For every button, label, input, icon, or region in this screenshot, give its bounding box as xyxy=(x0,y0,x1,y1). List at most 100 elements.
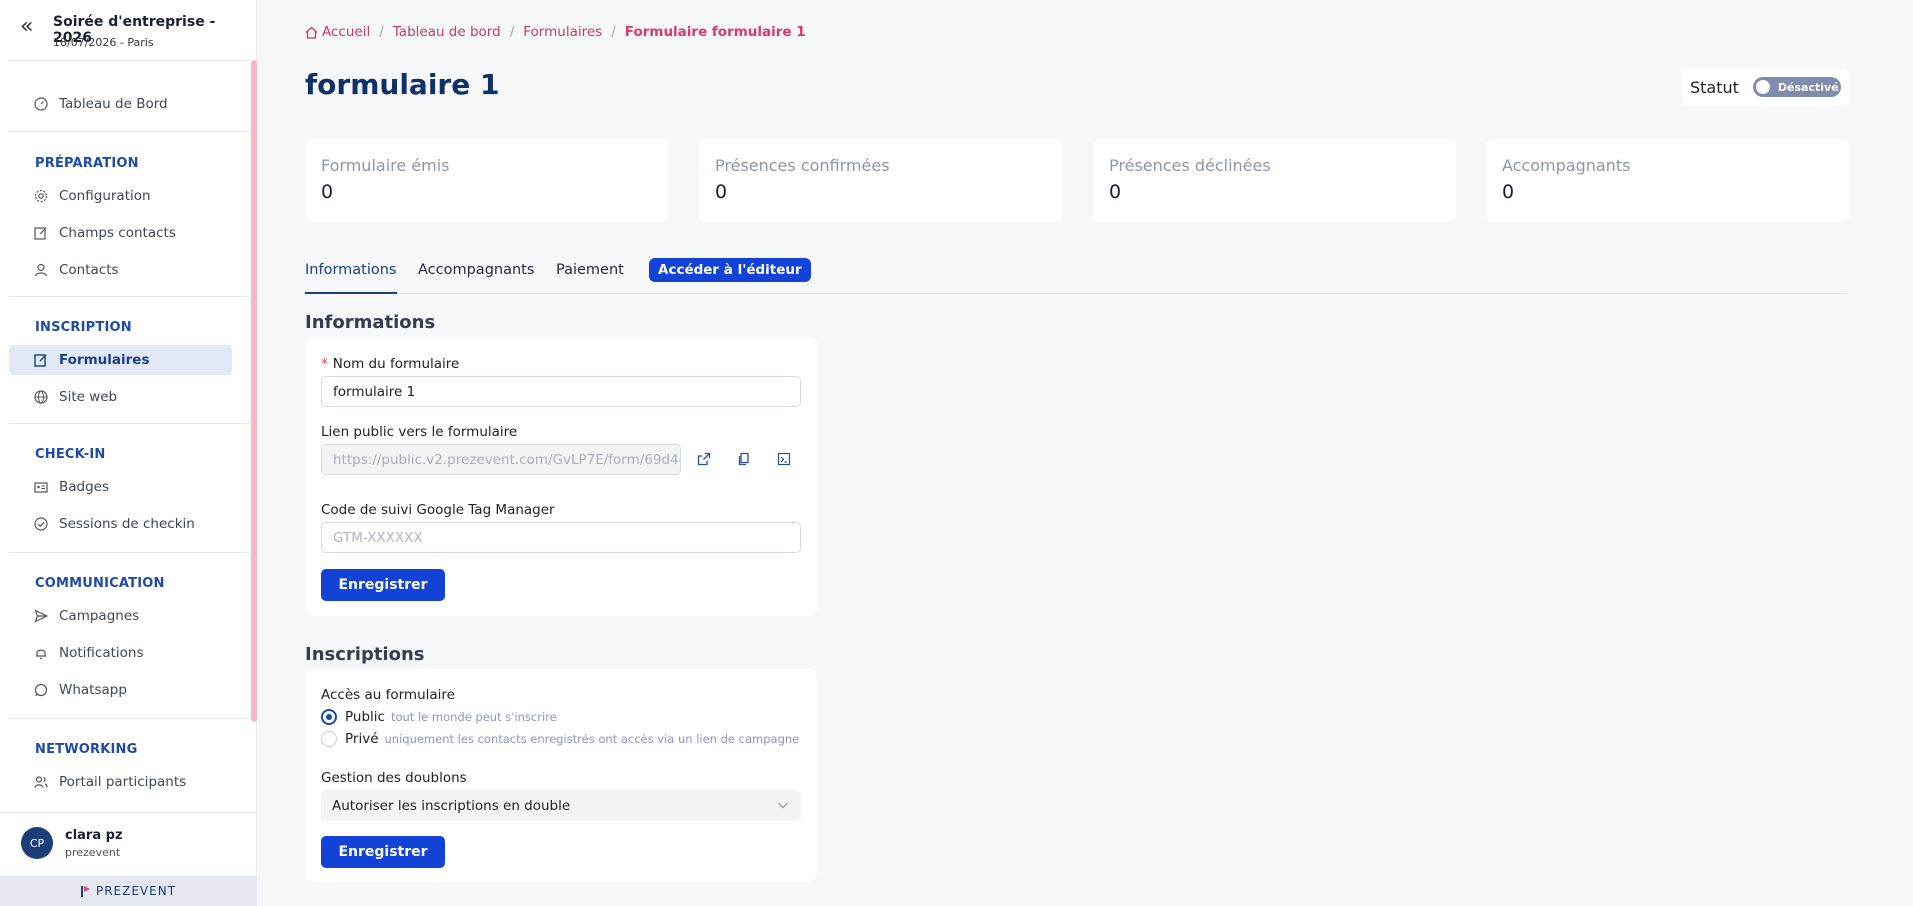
radio-private-button[interactable] xyxy=(321,731,337,747)
stat-label: Accompagnants xyxy=(1502,156,1631,175)
duplicates-select[interactable]: Autoriser les inscriptions en double xyxy=(321,790,801,821)
breadcrumb-separator: / xyxy=(611,24,616,40)
stat-card: Présences déclinées 0 xyxy=(1093,139,1456,222)
access-label: Accès au formulaire xyxy=(321,687,455,703)
section-inscriptions-title: Inscriptions xyxy=(305,644,425,665)
sidebar-item-dashboard[interactable]: Tableau de Bord xyxy=(9,89,232,119)
avatar: CP xyxy=(21,827,53,859)
status-toggle[interactable]: Désactivé xyxy=(1752,77,1841,97)
sidebar-item-formulaires[interactable]: Formulaires xyxy=(9,345,232,375)
section-preparation: PRÉPARATION xyxy=(35,156,139,171)
page-title: formulaire 1 xyxy=(305,68,500,101)
sidebar-item-label: Badges xyxy=(59,479,110,495)
sidebar-item-label: Configuration xyxy=(59,188,151,204)
brand-name: PREZEVENT xyxy=(95,884,177,898)
radio-public-label: Public xyxy=(345,709,385,725)
stat-card: Formulaire émis 0 xyxy=(305,139,668,222)
radio-public-button[interactable] xyxy=(321,709,337,725)
section-networking: NETWORKING xyxy=(35,742,138,757)
copy-icon[interactable] xyxy=(735,450,753,468)
divider xyxy=(9,60,250,61)
event-header: « Soirée d'entreprise - 2026 18/07/2026 … xyxy=(0,0,250,60)
stat-card: Accompagnants 0 xyxy=(1486,139,1849,222)
section-inscription: INSCRIPTION xyxy=(35,320,132,335)
sidebar-item-label: Campagnes xyxy=(59,608,140,624)
gear-icon xyxy=(34,189,48,203)
breadcrumb-dashboard[interactable]: Tableau de bord xyxy=(393,24,501,40)
radio-public[interactable]: Public tout le monde peut s'inscrire xyxy=(321,709,557,725)
send-icon xyxy=(34,609,48,623)
stat-value: 0 xyxy=(1502,181,1515,203)
divider xyxy=(9,131,250,132)
status-control: Statut Désactivé xyxy=(1682,68,1850,106)
radio-private-hint: uniquement les contacts enregistrés ont … xyxy=(384,732,800,746)
home-icon[interactable] xyxy=(305,26,318,39)
sidebar-item-label: Portail participants xyxy=(59,774,187,790)
stat-value: 0 xyxy=(321,181,334,203)
divider xyxy=(9,552,250,553)
sidebar-scrollbar[interactable] xyxy=(251,60,257,722)
check-circle-icon xyxy=(34,517,48,531)
breadcrumb-separator: / xyxy=(509,24,515,40)
breadcrumb-forms[interactable]: Formulaires xyxy=(523,24,602,40)
tab-informations[interactable]: Informations xyxy=(305,262,397,294)
divider xyxy=(9,296,250,297)
breadcrumb-home[interactable]: Accueil xyxy=(322,24,370,40)
external-link-icon[interactable] xyxy=(695,450,713,468)
tab-bar: Informations Accompagnants Paiement Accé… xyxy=(305,258,1846,294)
sidebar-item-label: Site web xyxy=(59,389,118,405)
id-card-icon xyxy=(34,480,48,494)
section-communication: COMMUNICATION xyxy=(35,576,165,591)
sidebar-item-site-web[interactable]: Site web xyxy=(9,382,232,412)
sidebar-item-portail[interactable]: Portail participants xyxy=(9,767,232,797)
tab-paiement[interactable]: Paiement xyxy=(556,262,624,294)
user-profile[interactable]: CP clara pz prezevent xyxy=(0,812,257,876)
user-name: clara pz xyxy=(65,828,123,843)
open-editor-button[interactable]: Accéder à l'éditeur xyxy=(649,258,811,282)
bell-icon xyxy=(34,646,48,660)
radio-public-hint: tout le monde peut s'inscrire xyxy=(390,710,557,724)
whatsapp-icon xyxy=(34,683,48,697)
sidebar-item-badges[interactable]: Badges xyxy=(9,472,232,502)
save-inscriptions-button[interactable]: Enregistrer xyxy=(321,836,445,868)
collapse-sidebar-icon[interactable]: « xyxy=(20,16,38,38)
sidebar-item-notifications[interactable]: Notifications xyxy=(9,638,232,668)
tab-accompagnants[interactable]: Accompagnants xyxy=(418,262,534,294)
breadcrumb-separator: / xyxy=(379,24,384,40)
public-link-input[interactable]: https://public.v2.prezevent.com/GvLP7E/f… xyxy=(321,444,681,475)
divider xyxy=(9,718,250,719)
breadcrumb: Accueil / Tableau de bord / Formulaires … xyxy=(305,24,806,40)
gtm-label: Code de suivi Google Tag Manager xyxy=(321,502,555,518)
form-name-input[interactable]: formulaire 1 xyxy=(321,376,801,407)
brand-footer: PREZEVENT xyxy=(0,876,257,906)
sidebar-item-campagnes[interactable]: Campagnes xyxy=(9,601,232,631)
event-subtitle: 18/07/2026 - Paris xyxy=(53,36,154,49)
sidebar-item-label: Whatsapp xyxy=(59,682,127,698)
embed-code-icon[interactable] xyxy=(775,450,793,468)
sidebar-item-sessions[interactable]: Sessions de checkin xyxy=(9,509,232,539)
sidebar-item-contacts[interactable]: Contacts xyxy=(9,255,232,285)
inscriptions-panel: Accès au formulaire Public tout le monde… xyxy=(305,669,817,882)
sidebar-item-champs-contacts[interactable]: Champs contacts xyxy=(9,218,232,248)
sidebar-item-label: Notifications xyxy=(59,645,144,661)
sidebar-item-whatsapp[interactable]: Whatsapp xyxy=(9,675,232,705)
stat-card: Présences confirmées 0 xyxy=(699,139,1062,222)
breadcrumb-current: Formulaire formulaire 1 xyxy=(624,24,806,40)
stat-label: Présences déclinées xyxy=(1109,156,1271,175)
gauge-icon xyxy=(34,97,48,111)
stat-label: Formulaire émis xyxy=(321,156,450,175)
gtm-input[interactable]: GTM-XXXXXX xyxy=(321,522,801,553)
divider xyxy=(9,423,250,424)
sidebar: « Soirée d'entreprise - 2026 18/07/2026 … xyxy=(0,0,257,906)
duplicates-select-value: Autoriser les inscriptions en double xyxy=(332,797,571,814)
sidebar-item-configuration[interactable]: Configuration xyxy=(9,181,232,211)
public-link-label: Lien public vers le formulaire xyxy=(321,424,518,440)
save-informations-button[interactable]: Enregistrer xyxy=(321,569,445,601)
stat-value: 0 xyxy=(1109,181,1122,203)
edit-icon xyxy=(34,226,48,240)
chevron-down-icon xyxy=(777,799,789,815)
informations-panel: * Nom du formulaire formulaire 1 Lien pub… xyxy=(305,337,817,616)
users-icon xyxy=(34,775,48,789)
radio-private[interactable]: Privé uniquement les contacts enregistré… xyxy=(321,731,799,747)
sidebar-item-label: Contacts xyxy=(59,262,119,278)
